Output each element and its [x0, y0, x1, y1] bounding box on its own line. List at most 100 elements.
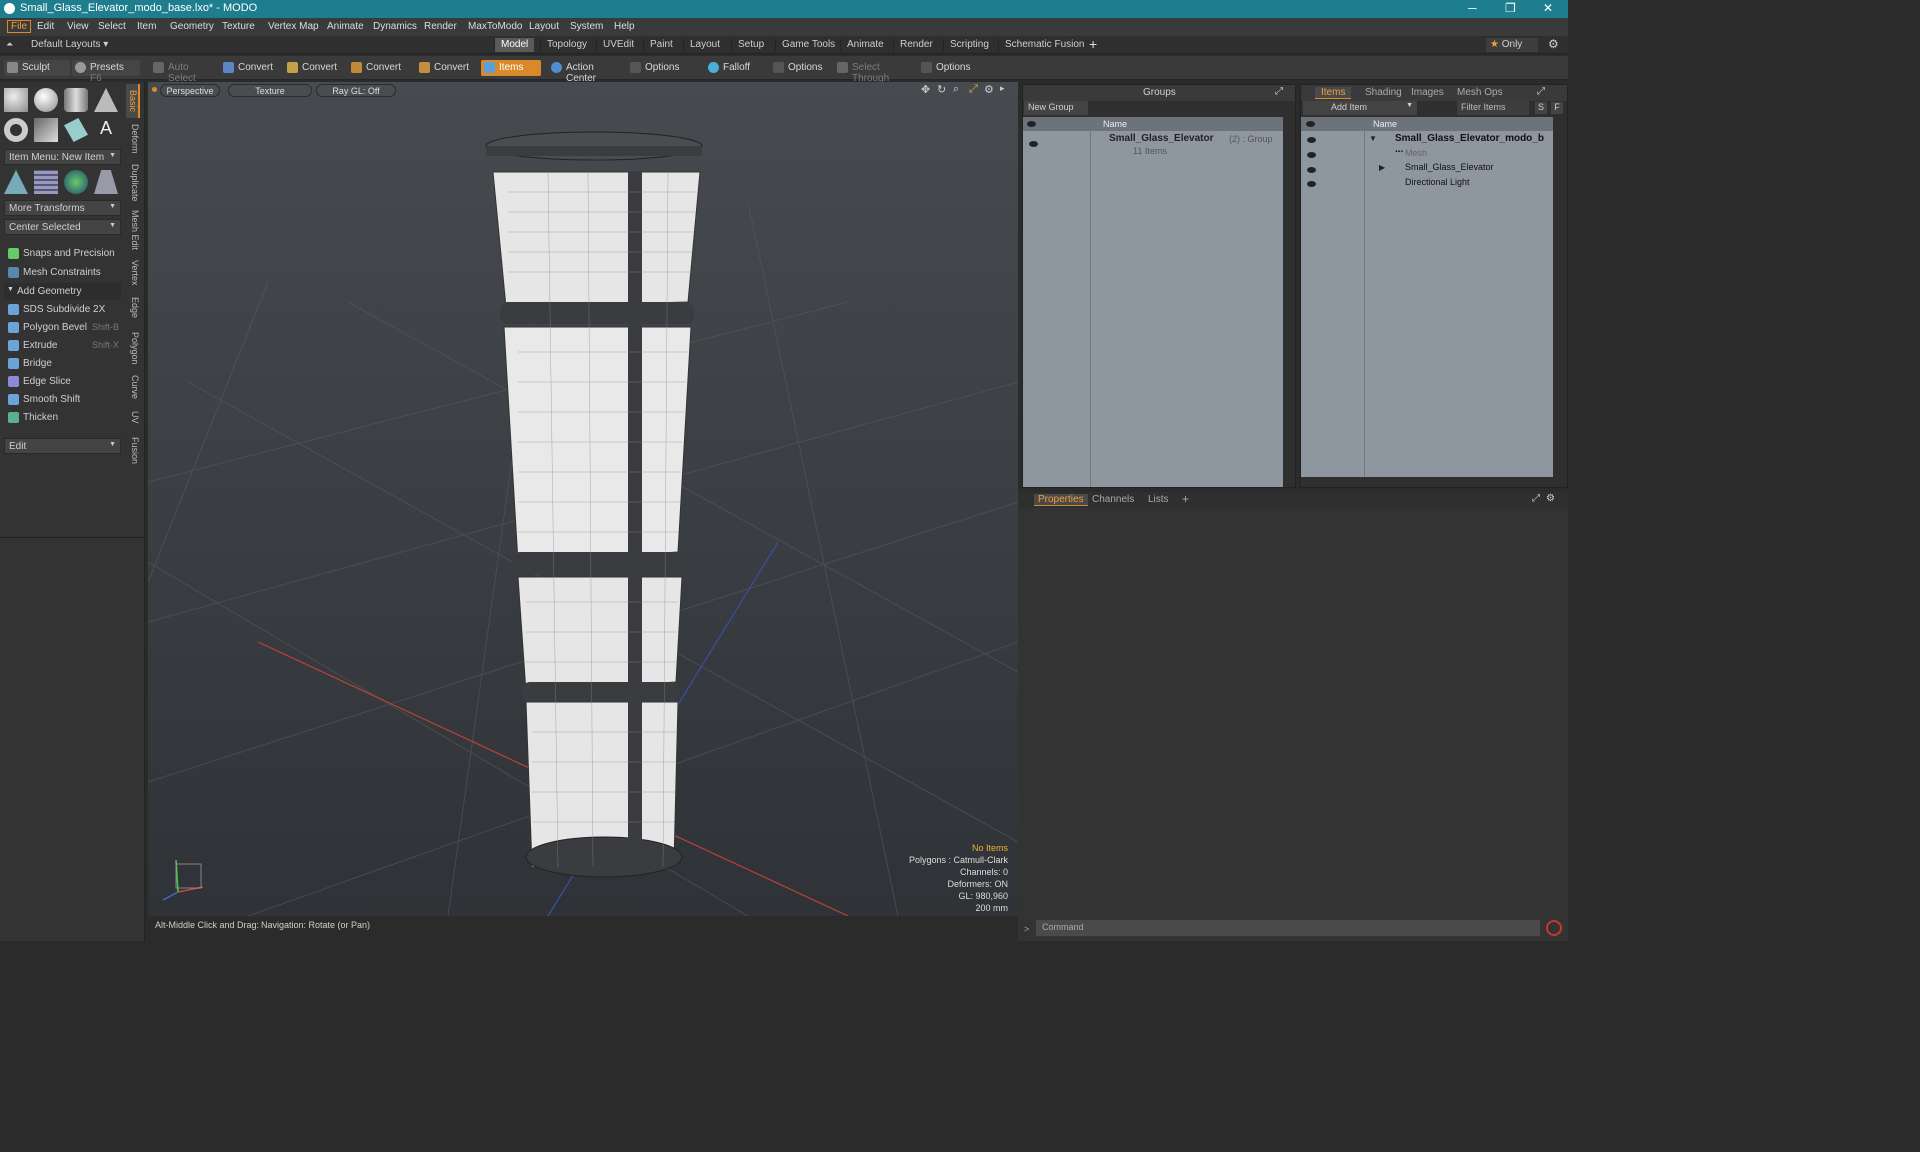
menu-item[interactable]: Item [137, 21, 156, 32]
more-transforms-dropdown[interactable]: More Transforms [4, 200, 121, 216]
tool-smooth-shift[interactable]: Smooth Shift [4, 391, 121, 408]
eye-icon[interactable] [1307, 181, 1316, 187]
vtab-mesh-edit[interactable]: Mesh Edit [126, 208, 140, 252]
add-geometry-header[interactable]: ▼ Add Geometry [4, 283, 121, 300]
item-mesh[interactable]: Mesh [1405, 148, 1427, 158]
item-small-glass-elevator[interactable]: Small_Glass_Elevator [1405, 162, 1494, 172]
fit-view-icon[interactable]: ⤢ [969, 83, 978, 96]
options-button-2[interactable]: Options [770, 60, 830, 76]
vtab-edge[interactable]: Edge [126, 294, 140, 322]
menu-render[interactable]: Render [424, 21, 457, 32]
tab-topology[interactable]: Topology [540, 38, 593, 52]
expand-arrow-icon[interactable]: ▼ [1369, 134, 1377, 143]
torus-icon[interactable] [4, 118, 28, 142]
convert-button-4[interactable]: Convert [416, 60, 476, 76]
vtab-duplicate[interactable]: Duplicate [126, 160, 140, 206]
capsule-icon[interactable] [34, 118, 58, 142]
vtab-vertex[interactable]: Vertex [126, 256, 140, 290]
menu-help[interactable]: Help [614, 21, 635, 32]
tab-mesh-ops[interactable]: Mesh Ops [1457, 87, 1503, 98]
tab-animate[interactable]: Animate [840, 38, 890, 52]
record-icon[interactable] [1546, 920, 1562, 936]
tab-paint[interactable]: Paint [643, 38, 679, 52]
panel-expand-icon[interactable]: ⤢ [1537, 86, 1545, 97]
falloff-button[interactable]: Falloff [705, 60, 765, 76]
tool-thicken[interactable]: Thicken [4, 409, 121, 426]
transform-icon[interactable] [4, 170, 28, 194]
menu-file[interactable]: File [7, 20, 32, 33]
presets-button[interactable]: Presets F6 [72, 60, 140, 84]
rotate-view-icon[interactable]: ↻ [937, 83, 946, 96]
convert-button-3[interactable]: Convert [348, 60, 408, 76]
menu-vertex-map[interactable]: Vertex Map [268, 21, 319, 32]
viewport-expand-icon[interactable]: ▸ [1000, 83, 1005, 94]
tab-model[interactable]: Model [494, 38, 535, 52]
3d-viewport[interactable]: Perspective Texture Ray GL: Off ✥ ↻ ⌕ ⤢ … [148, 82, 1018, 916]
tab-lists[interactable]: Lists [1148, 494, 1169, 505]
group-name[interactable]: Small_Glass_Elevator [1109, 133, 1214, 144]
eye-icon[interactable] [1307, 137, 1316, 143]
tab-items[interactable]: Items [1315, 87, 1352, 99]
tab-layout[interactable]: Layout [683, 38, 726, 52]
eye-icon[interactable] [1029, 141, 1038, 147]
action-center-button[interactable]: Action Center [548, 60, 626, 84]
menu-geometry[interactable]: Geometry [170, 21, 214, 32]
minimize-icon[interactable]: ─ [1468, 1, 1477, 15]
tool-bridge[interactable]: Bridge [4, 355, 121, 372]
filter-s-button[interactable]: S [1535, 102, 1547, 114]
options-button-3[interactable]: Options [918, 60, 980, 76]
snaps-precision-button[interactable]: Snaps and Precision [4, 245, 121, 262]
item-menu-dropdown[interactable]: Item Menu: New Item [4, 149, 121, 165]
vtab-fusion[interactable]: Fusion [126, 434, 140, 468]
vtab-uv[interactable]: UV [126, 408, 140, 426]
gear-icon[interactable]: ⚙ [1548, 37, 1559, 51]
cylinder-icon[interactable] [64, 88, 88, 112]
panel-settings-icon[interactable]: ⚙ [1546, 493, 1555, 504]
menu-select[interactable]: Select [98, 21, 126, 32]
tab-scripting[interactable]: Scripting [943, 38, 995, 52]
viewport-settings-icon[interactable]: ⚙ [984, 83, 994, 96]
grid-icon[interactable] [34, 170, 58, 194]
tab-uvedit[interactable]: UVEdit [596, 38, 640, 52]
menu-view[interactable]: View [67, 21, 89, 32]
sculpt-button[interactable]: Sculpt [4, 60, 70, 76]
menu-edit[interactable]: Edit [37, 21, 54, 32]
add-tab-icon[interactable]: + [1089, 36, 1097, 52]
texture-button[interactable]: Texture [228, 84, 312, 97]
layout-menu-icon[interactable]: ⏶ [6, 39, 13, 50]
panel-expand-icon[interactable]: ⤢ [1275, 86, 1283, 97]
cube-icon[interactable] [4, 88, 28, 112]
vtab-curve[interactable]: Curve [126, 372, 140, 402]
item-directional-light[interactable]: Directional Light [1405, 177, 1470, 187]
menu-dynamics[interactable]: Dynamics [373, 21, 417, 32]
convert-button-1[interactable]: Convert [220, 60, 280, 76]
vtab-basic[interactable]: Basic [126, 84, 140, 118]
menu-layout[interactable]: Layout [529, 21, 559, 32]
select-through-button[interactable]: Select Through [834, 60, 916, 84]
move-view-icon[interactable]: ✥ [921, 83, 930, 96]
items-mode-button[interactable]: Items [481, 60, 541, 76]
convert-button-2[interactable]: Convert [284, 60, 344, 76]
tab-schematic-fusion[interactable]: Schematic Fusion [998, 38, 1090, 52]
menu-animate[interactable]: Animate [327, 21, 364, 32]
tab-images[interactable]: Images [1411, 87, 1444, 98]
tool-edge-slice[interactable]: Edge Slice [4, 373, 121, 390]
text-icon[interactable]: A [94, 118, 118, 142]
pen-icon[interactable] [64, 118, 88, 142]
tool-extrude[interactable]: Extrude Shift-X [4, 337, 121, 354]
tab-setup[interactable]: Setup [731, 38, 770, 52]
center-selected-dropdown[interactable]: Center Selected [4, 219, 121, 235]
tab-channels[interactable]: Channels [1092, 494, 1134, 505]
tab-game-tools[interactable]: Game Tools [775, 38, 841, 52]
menu-system[interactable]: System [570, 21, 603, 32]
only-toggle[interactable]: ★ Only [1486, 38, 1538, 52]
tool-polygon-bevel[interactable]: Polygon Bevel Shift-B [4, 319, 121, 336]
menu-texture[interactable]: Texture [222, 21, 255, 32]
cone-icon[interactable] [94, 88, 118, 112]
edit-dropdown[interactable]: Edit [4, 438, 121, 454]
new-group-button[interactable]: New Group [1024, 101, 1088, 115]
add-item-button[interactable]: Add Item ▼ [1303, 101, 1417, 115]
close-icon[interactable]: ✕ [1543, 1, 1553, 15]
raygl-button[interactable]: Ray GL: Off [316, 84, 396, 97]
menu-maxtomodo[interactable]: MaxToModo [468, 21, 522, 32]
